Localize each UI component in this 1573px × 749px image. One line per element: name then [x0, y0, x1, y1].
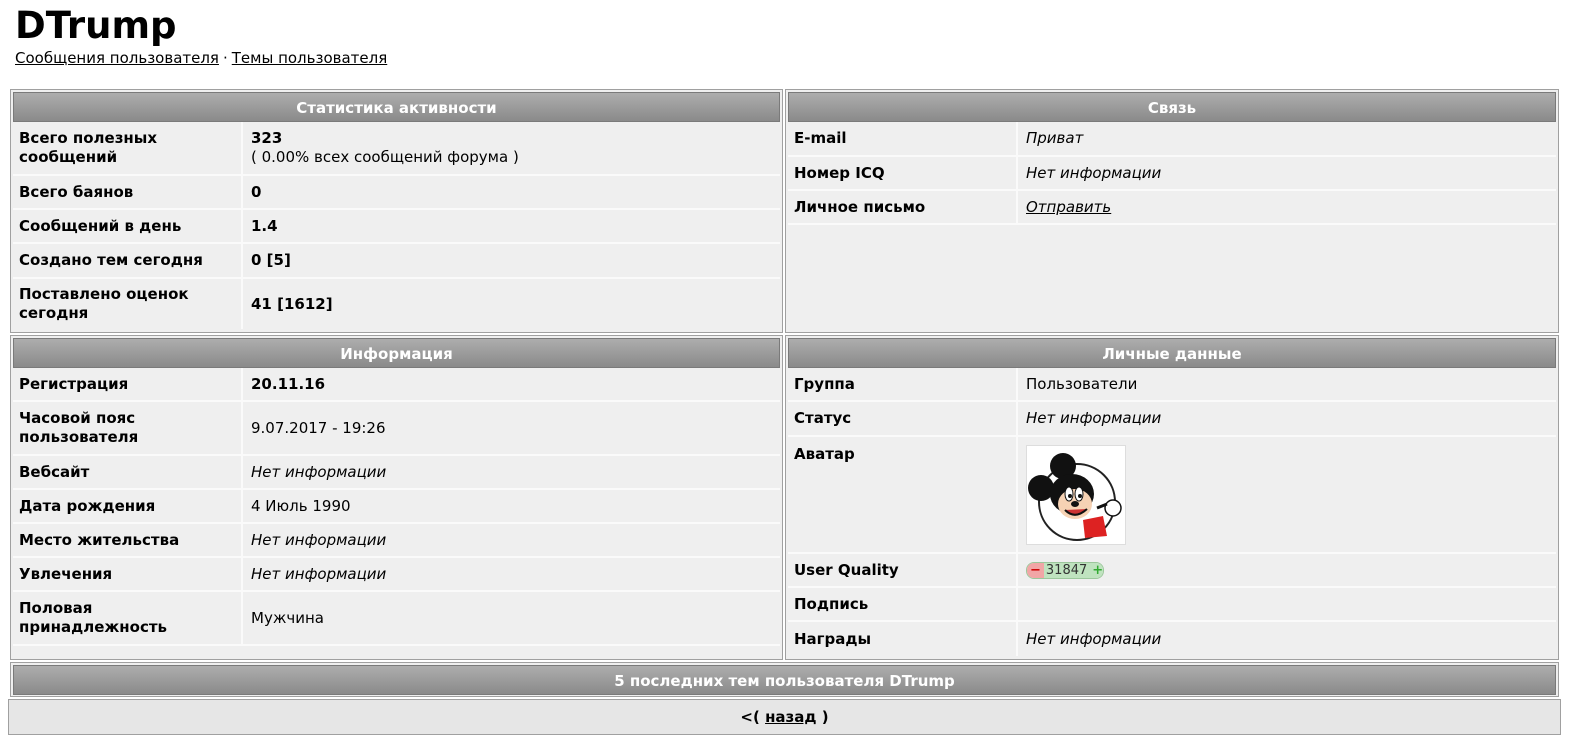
timezone-label: Часовой пояс пользователя	[13, 402, 243, 454]
ratings-today-value: 41 [1612]	[251, 294, 333, 313]
group-label: Группа	[788, 368, 1018, 400]
back-prefix: <(	[740, 708, 760, 726]
location-value: Нет информации	[251, 530, 387, 549]
info-row-birthday: Дата рождения 4 Июль 1990	[13, 490, 780, 524]
personal-row-status: Статус Нет информации	[788, 402, 1556, 437]
recent-topics-header: 5 последних тем пользователя DTrump	[13, 665, 1556, 695]
total-useful-value-cell: 323 ( 0.00% всех сообщений форума )	[243, 122, 780, 174]
back-link[interactable]: назад	[765, 708, 816, 726]
email-label: E-mail	[788, 122, 1018, 155]
user-topics-link[interactable]: Темы пользователя	[232, 49, 388, 67]
back-suffix: )	[821, 708, 829, 726]
user-quality-value: 31847	[1043, 562, 1090, 578]
back-bar: <( назад )	[8, 699, 1561, 735]
awards-label: Награды	[788, 622, 1018, 656]
activity-header: Статистика активности	[13, 92, 780, 122]
avatar-cell	[1018, 437, 1556, 552]
stat-row-total-useful: Всего полезных сообщений 323 ( 0.00% все…	[13, 122, 780, 176]
total-useful-label: Всего полезных сообщений	[13, 122, 243, 174]
info-row-location: Место жительства Нет информации	[13, 524, 780, 558]
user-quality-widget: − 31847 +	[1026, 561, 1104, 579]
activity-panel: Статистика активности Всего полезных соо…	[10, 89, 783, 333]
stat-row-bayans: Всего баянов 0	[13, 176, 780, 210]
topics-today-value: 0 [5]	[251, 251, 291, 269]
rate-up-button[interactable]: +	[1089, 562, 1103, 578]
total-useful-value: 323	[251, 129, 283, 147]
personal-row-awards: Награды Нет информации	[788, 622, 1556, 656]
avatar	[1026, 445, 1126, 545]
user-links: Сообщения пользователя · Темы пользователя	[15, 48, 387, 68]
icq-value: Нет информации	[1026, 163, 1162, 182]
ratings-today-label: Поставлено оценок сегодня	[13, 279, 243, 329]
total-useful-share: ( 0.00% всех сообщений форума )	[251, 148, 519, 166]
personal-row-group: Группа Пользователи	[788, 368, 1556, 402]
pm-label: Личное письмо	[788, 191, 1018, 223]
user-posts-link[interactable]: Сообщения пользователя	[15, 49, 219, 67]
email-value: Приват	[1026, 129, 1084, 147]
topics-today-label: Создано тем сегодня	[13, 244, 243, 277]
per-day-label: Сообщений в день	[13, 210, 243, 242]
personal-header: Личные данные	[788, 338, 1556, 368]
info-header: Информация	[13, 338, 780, 368]
registration-label: Регистрация	[13, 368, 243, 400]
signature-value	[1018, 588, 1556, 620]
birthday-label: Дата рождения	[13, 490, 243, 522]
user-quality-label: User Quality	[788, 554, 1018, 586]
info-row-gender: Половая принадлежность Мужчина	[13, 592, 780, 646]
registration-value: 20.11.16	[251, 374, 326, 393]
birthday-value: 4 Июль 1990	[251, 496, 351, 515]
contact-header: Связь	[788, 92, 1556, 122]
icq-label: Номер ICQ	[788, 157, 1018, 189]
gender-value: Мужчина	[251, 608, 324, 627]
rate-down-button[interactable]: −	[1027, 562, 1044, 578]
info-row-website: Вебсайт Нет информации	[13, 456, 780, 490]
bayans-label: Всего баянов	[13, 176, 243, 208]
info-row-registration: Регистрация 20.11.16	[13, 368, 780, 402]
personal-row-avatar: Аватар	[788, 437, 1556, 554]
contact-panel: Связь E-mail Приват Номер ICQ Нет информ…	[785, 89, 1559, 333]
mickey-avatar-image	[1028, 453, 1122, 541]
link-separator: ·	[222, 49, 228, 67]
hobbies-label: Увлечения	[13, 558, 243, 590]
user-quality-cell: − 31847 +	[1018, 554, 1556, 586]
gender-label: Половая принадлежность	[13, 592, 243, 644]
status-label: Статус	[788, 402, 1018, 435]
page-title: DTrump	[15, 4, 177, 47]
status-value: Нет информации	[1026, 409, 1162, 427]
stat-row-per-day: Сообщений в день 1.4	[13, 210, 780, 244]
send-pm-link[interactable]: Отправить	[1026, 198, 1548, 217]
timezone-value: 9.07.2017 - 19:26	[251, 418, 386, 437]
website-label: Вебсайт	[13, 456, 243, 488]
contact-row-pm: Личное письмо Отправить	[788, 191, 1556, 225]
hobbies-value: Нет информации	[251, 564, 387, 583]
location-label: Место жительства	[13, 524, 243, 556]
stat-row-topics-today: Создано тем сегодня 0 [5]	[13, 244, 780, 279]
signature-label: Подпись	[788, 588, 1018, 620]
per-day-value: 1.4	[251, 216, 278, 235]
awards-value: Нет информации	[1026, 629, 1162, 648]
info-panel: Информация Регистрация 20.11.16 Часовой …	[10, 335, 783, 660]
group-value: Пользователи	[1026, 374, 1138, 393]
personal-panel: Личные данные Группа Пользователи Статус…	[785, 335, 1559, 660]
recent-topics-panel: 5 последних тем пользователя DTrump	[10, 662, 1559, 697]
info-row-hobbies: Увлечения Нет информации	[13, 558, 780, 592]
pm-value-cell: Отправить	[1018, 191, 1556, 223]
personal-row-user-quality: User Quality − 31847 +	[788, 554, 1556, 588]
contact-row-email: E-mail Приват	[788, 122, 1556, 157]
avatar-label: Аватар	[788, 437, 1018, 552]
bayans-value: 0	[251, 182, 262, 201]
personal-row-signature: Подпись	[788, 588, 1556, 622]
stat-row-ratings-today: Поставлено оценок сегодня 41 [1612]	[13, 279, 780, 329]
contact-row-icq: Номер ICQ Нет информации	[788, 157, 1556, 191]
info-row-timezone: Часовой пояс пользователя 9.07.2017 - 19…	[13, 402, 780, 456]
website-value: Нет информации	[251, 462, 387, 481]
